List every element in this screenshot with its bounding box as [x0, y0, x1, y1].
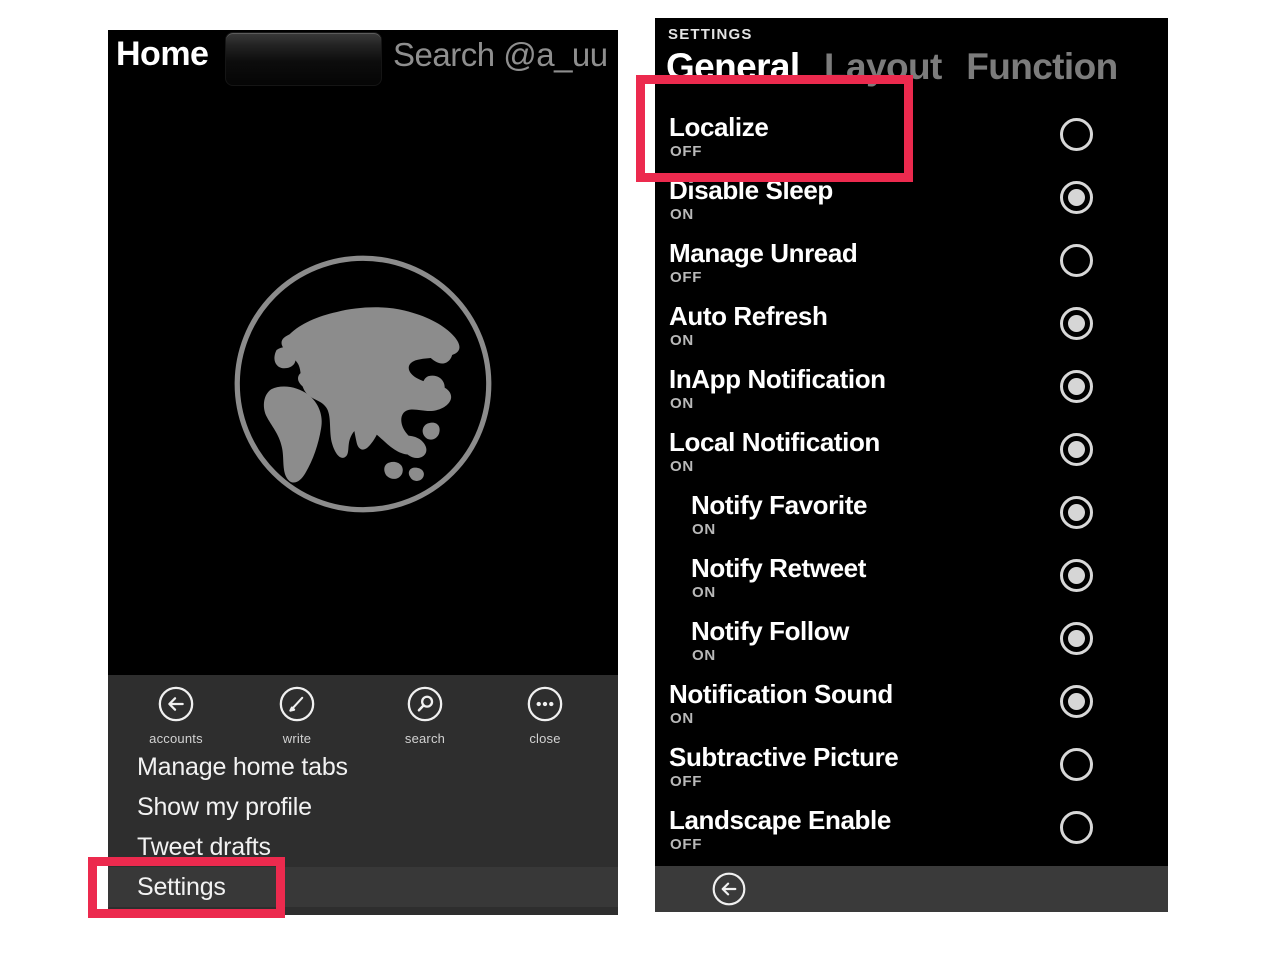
setting-toggle-on[interactable] [1060, 433, 1093, 466]
settings-highlight [88, 857, 285, 918]
setting-label: Landscape Enable [669, 805, 891, 835]
setting-label: Local Notification [669, 427, 880, 457]
left-phone-screen: Home Search @a_uu accounts write search … [108, 30, 618, 915]
left-header: Home Search @a_uu [108, 30, 618, 92]
magnifier-icon [407, 686, 443, 722]
setting-row-notify-favorite[interactable]: Notify Favorite ON [655, 488, 1168, 551]
setting-label: Manage Unread [669, 238, 858, 268]
setting-row-disable-sleep[interactable]: Disable Sleep ON [655, 173, 1168, 236]
settings-kicker: SETTINGS [668, 26, 753, 43]
pencil-icon [279, 686, 315, 722]
setting-value: ON [670, 206, 694, 223]
setting-label: Notify Retweet [691, 553, 866, 583]
setting-label: Notify Follow [691, 616, 849, 646]
setting-value: ON [692, 584, 716, 601]
settings-bottom-bar [655, 866, 1168, 912]
setting-toggle-on[interactable] [1060, 307, 1093, 340]
setting-label: Auto Refresh [669, 301, 828, 331]
back-arrow-icon[interactable] [711, 871, 747, 907]
menu-icon-row: accounts write search close [108, 685, 618, 746]
globe-icon [234, 255, 492, 512]
setting-row-landscape-enable[interactable]: Landscape Enable OFF [655, 803, 1168, 866]
setting-label: Notification Sound [669, 679, 893, 709]
setting-toggle-on[interactable] [1060, 622, 1093, 655]
setting-value: OFF [670, 836, 703, 853]
setting-label: Subtractive Picture [669, 742, 899, 772]
setting-toggle-on[interactable] [1060, 685, 1093, 718]
back-arrow-icon [158, 686, 194, 722]
setting-row-subtractive-picture[interactable]: Subtractive Picture OFF [655, 740, 1168, 803]
toolbar-label-write: write [282, 731, 312, 746]
setting-toggle-off[interactable] [1060, 748, 1093, 781]
setting-row-manage-unread[interactable]: Manage Unread OFF [655, 236, 1168, 299]
toolbar-button-accounts[interactable]: accounts [130, 685, 222, 746]
page-title: Home [116, 35, 209, 73]
toolbar-button-search[interactable]: search [379, 685, 471, 746]
toolbar-label-search: search [404, 731, 446, 746]
menu-item-manage-home-tabs[interactable]: Manage home tabs [108, 747, 618, 787]
setting-value: ON [670, 710, 694, 727]
setting-value: OFF [670, 269, 703, 286]
setting-row-notify-follow[interactable]: Notify Follow ON [655, 614, 1168, 677]
toolbar-label-close: close [529, 731, 561, 746]
setting-row-inapp-notification[interactable]: InApp Notification ON [655, 362, 1168, 425]
globe-illustration [108, 92, 618, 675]
setting-toggle-on[interactable] [1060, 496, 1093, 529]
toolbar-button-write[interactable]: write [251, 685, 343, 746]
setting-toggle-off[interactable] [1060, 244, 1093, 277]
setting-value: ON [670, 395, 694, 412]
setting-toggle-on[interactable] [1060, 559, 1093, 592]
setting-toggle-off[interactable] [1060, 811, 1093, 844]
toolbar-label-accounts: accounts [149, 731, 203, 746]
setting-row-local-notification[interactable]: Local Notification ON [655, 425, 1168, 488]
setting-value: OFF [670, 773, 703, 790]
setting-toggle-on[interactable] [1060, 370, 1093, 403]
setting-row-notify-retweet[interactable]: Notify Retweet ON [655, 551, 1168, 614]
setting-label: InApp Notification [669, 364, 886, 394]
tab-function[interactable]: Function [966, 46, 1118, 88]
localize-highlight [636, 75, 913, 182]
setting-row-auto-refresh[interactable]: Auto Refresh ON [655, 299, 1168, 362]
setting-value: ON [692, 647, 716, 664]
setting-value: ON [670, 458, 694, 475]
setting-toggle-off[interactable] [1060, 118, 1093, 151]
setting-value: ON [670, 332, 694, 349]
setting-label: Notify Favorite [691, 490, 868, 520]
menu-item-show-my-profile[interactable]: Show my profile [108, 787, 618, 827]
setting-toggle-on[interactable] [1060, 181, 1093, 214]
screenshot-stage: Home Search @a_uu accounts write search … [0, 0, 1280, 960]
toolbar-button-close[interactable]: close [499, 685, 591, 746]
setting-value: ON [692, 521, 716, 538]
ellipsis-icon [527, 686, 563, 722]
search-account-label[interactable]: Search @a_uu [393, 33, 608, 77]
home-tab-button[interactable] [225, 32, 382, 86]
settings-list: Localize OFF Disable Sleep ON Manage Unr… [655, 110, 1168, 866]
setting-row-notification-sound[interactable]: Notification Sound ON [655, 677, 1168, 740]
